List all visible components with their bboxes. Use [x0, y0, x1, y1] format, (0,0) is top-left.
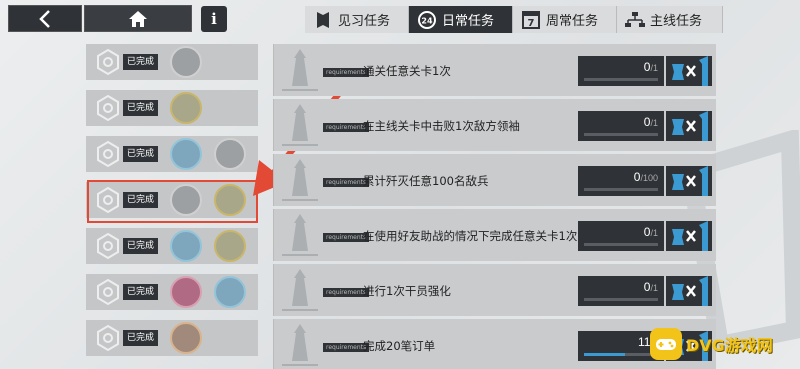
- task-progress: 0/100: [578, 166, 664, 196]
- chevron-left-icon: [39, 9, 50, 28]
- blue-stripe-icon: [699, 221, 708, 251]
- tab-daily-tasks[interactable]: 24 日常任务: [409, 6, 513, 33]
- progress-text: 0/1: [643, 60, 658, 74]
- info-button[interactable]: i: [201, 6, 227, 32]
- reward-item-icon: [170, 230, 202, 262]
- history-row[interactable]: 已完成: [86, 320, 258, 356]
- puzzle-gear-icon: [97, 278, 119, 306]
- top-bar: i 见习任务 24 日常任务 7 周常任务 主线任务: [0, 0, 800, 38]
- task-progress: 0/1: [578, 221, 664, 251]
- progress-bar: [584, 298, 658, 301]
- svg-text:7: 7: [528, 18, 535, 29]
- task-description: 在主线关卡中击败1次敌方领袖: [363, 119, 520, 133]
- rhodes-island-emblem-icon: [282, 159, 318, 201]
- completed-badge: 已完成: [123, 100, 159, 116]
- blue-stripe-icon: [699, 111, 708, 141]
- puzzle-gear-icon: [97, 140, 119, 168]
- tab-label: 主线任务: [650, 14, 703, 29]
- task-description: 完成20笔订单: [363, 339, 436, 353]
- completed-badge: 已完成: [123, 54, 159, 70]
- watermark-text: DVG游戏网: [686, 336, 773, 355]
- task-description: 累计歼灭任意100名敌兵: [363, 174, 489, 188]
- site-watermark: DVG游戏网: [650, 327, 773, 361]
- tab-label: 见习任务: [338, 14, 391, 29]
- puzzle-gear-icon: [97, 324, 119, 352]
- task-description: 进行1次干员强化: [363, 284, 451, 298]
- history-row[interactable]: 已完成: [86, 228, 258, 264]
- reward-item-icon: [214, 276, 246, 308]
- completed-badge: 已完成: [123, 330, 159, 346]
- highlight-box: [87, 180, 258, 223]
- 24h-icon: 24: [417, 10, 437, 30]
- rhodes-island-emblem-icon: [282, 324, 318, 366]
- tab-trainee-tasks[interactable]: 见习任务: [305, 6, 409, 33]
- reward-item-icon: [170, 276, 202, 308]
- history-row[interactable]: 已完成: [86, 90, 258, 126]
- claim-button[interactable]: [666, 166, 712, 196]
- puzzle-gear-icon: [97, 94, 119, 122]
- claim-button[interactable]: [666, 111, 712, 141]
- claim-button[interactable]: [666, 276, 712, 306]
- home-button[interactable]: [84, 5, 192, 32]
- task-progress: 0/1: [578, 276, 664, 306]
- reward-item-icon: [170, 46, 202, 78]
- tab-label: 周常任务: [546, 14, 599, 29]
- task-description: 通关任意关卡1次: [363, 64, 451, 78]
- task-row: requirements 累计歼灭任意100名敌兵 0/100: [273, 154, 716, 206]
- reward-item-icon: [214, 138, 246, 170]
- progress-text: 0/1: [643, 225, 658, 239]
- task-row: requirements 在主线关卡中击败1次敌方领袖 0/1: [273, 99, 716, 151]
- tab-weekly-tasks[interactable]: 7 周常任务: [513, 6, 617, 33]
- reward-item-icon: [214, 230, 246, 262]
- progress-bar: [584, 243, 658, 246]
- task-row: requirements 进行1次干员强化 0/1: [273, 264, 716, 316]
- claim-button[interactable]: [666, 56, 712, 86]
- task-progress: 0/1: [578, 56, 664, 86]
- back-button[interactable]: [8, 5, 82, 32]
- bookmark-icon: [313, 10, 333, 30]
- task-row: requirements 通关任意关卡1次 0/1: [273, 44, 716, 96]
- rhodes-island-emblem-icon: [282, 49, 318, 91]
- claim-button[interactable]: [666, 221, 712, 251]
- task-tabs: 见习任务 24 日常任务 7 周常任务 主线任务: [305, 6, 723, 33]
- gamepad-logo-icon: [650, 328, 682, 360]
- completed-badge: 已完成: [123, 146, 159, 162]
- progress-text: 0/1: [643, 115, 658, 129]
- task-progress: 0/1: [578, 111, 664, 141]
- history-row[interactable]: 已完成: [86, 136, 258, 172]
- rhodes-island-emblem-icon: [282, 104, 318, 146]
- rhodes-island-emblem-icon: [282, 214, 318, 256]
- progress-bar: [584, 133, 658, 136]
- progress-bar: [584, 78, 658, 81]
- completed-badge: 已完成: [123, 284, 159, 300]
- tab-main-tasks[interactable]: 主线任务: [617, 6, 723, 33]
- info-icon: i: [211, 10, 217, 28]
- calendar-7-icon: 7: [521, 10, 541, 30]
- svg-text:24: 24: [421, 16, 433, 25]
- rhodes-island-emblem-icon: [282, 269, 318, 311]
- completed-badge: 已完成: [123, 238, 159, 254]
- reward-item-icon: [170, 92, 202, 124]
- progress-bar: [584, 353, 658, 356]
- task-description: 在使用好友助战的情况下完成任意关卡1次: [363, 229, 578, 243]
- tree-icon: [625, 10, 645, 30]
- puzzle-gear-icon: [97, 48, 119, 76]
- blue-stripe-icon: [699, 56, 708, 86]
- home-icon: [129, 10, 147, 27]
- blue-stripe-icon: [699, 166, 708, 196]
- progress-text: 0/100: [633, 170, 658, 184]
- reward-item-icon: [170, 138, 202, 170]
- tab-label: 日常任务: [442, 14, 495, 29]
- progress-text: 0/1: [643, 280, 658, 294]
- history-row[interactable]: 已完成: [86, 44, 258, 80]
- reward-item-icon: [170, 322, 202, 354]
- task-row: requirements 在使用好友助战的情况下完成任意关卡1次 0/1: [273, 209, 716, 261]
- progress-bar: [584, 188, 658, 191]
- history-row[interactable]: 已完成: [86, 274, 258, 310]
- puzzle-gear-icon: [97, 232, 119, 260]
- blue-stripe-icon: [699, 276, 708, 306]
